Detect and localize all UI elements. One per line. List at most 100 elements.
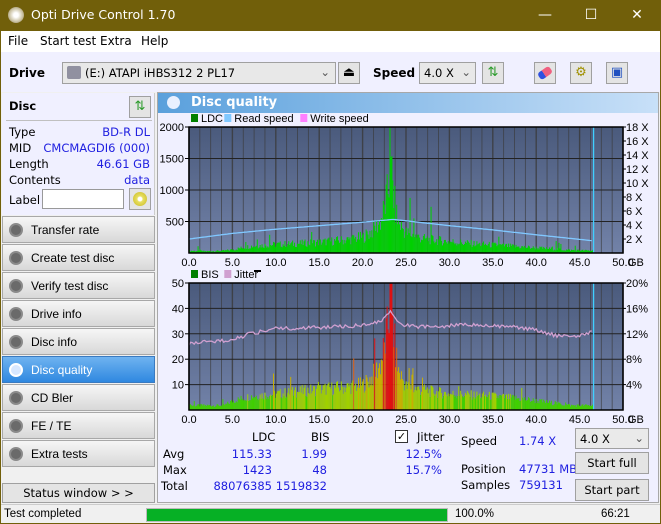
bis-bar: [379, 363, 381, 410]
bis-bar: [538, 403, 540, 410]
bis-bar: [314, 386, 316, 410]
test-speed-select[interactable]: 4.0 X ⌄: [575, 428, 649, 449]
ldc-bar: [398, 219, 400, 253]
bis-bar: [276, 391, 278, 410]
bis-bar: [323, 385, 325, 410]
bis-bar: [390, 283, 392, 410]
ldc-bar: [294, 246, 296, 253]
ldc-bar: [311, 231, 313, 253]
ldc-bar: [261, 244, 263, 253]
bis-bar: [411, 374, 413, 410]
bis-bar: [242, 400, 244, 410]
jitter-checkbox[interactable]: ✓: [395, 430, 408, 443]
bis-bar: [216, 403, 218, 410]
ldc-bar: [485, 245, 487, 253]
bis-bar: [229, 403, 231, 410]
progress-bar: [146, 508, 448, 522]
ldc-bar: [422, 235, 424, 253]
ldc-bar: [449, 241, 451, 253]
bis-bar: [475, 397, 477, 410]
bis-bar: [405, 381, 407, 410]
bis-bar: [576, 404, 578, 410]
ldc-bar: [318, 239, 320, 253]
ldc-bar: [495, 243, 497, 253]
ldc-bar: [501, 244, 503, 253]
ldc-bar: [431, 234, 433, 253]
legend-swatch: [224, 114, 232, 122]
bis-bar: [421, 391, 423, 410]
bis-bar: [555, 402, 557, 410]
bis-bar: [557, 401, 559, 410]
ldc-bar: [452, 239, 454, 253]
ldc-bar: [343, 239, 345, 253]
ldc-bar: [372, 237, 374, 253]
bis-bar: [435, 394, 437, 410]
legend-label: BIS: [201, 269, 219, 281]
bis-bar: [526, 400, 528, 410]
bis-bar: [544, 401, 546, 410]
ldc-bar: [502, 243, 504, 253]
y-tick-label: 2000: [160, 122, 184, 134]
bis-bar: [209, 404, 211, 410]
bis-bar: [535, 398, 537, 410]
bis-bar: [346, 383, 348, 410]
x-tick-label: 0.0: [181, 414, 196, 426]
bis-bar: [353, 358, 355, 410]
bis-bar: [203, 404, 205, 410]
ldc-bar: [358, 239, 360, 253]
bis-bar: [548, 402, 550, 410]
bis-bar: [311, 393, 313, 410]
bis-bar: [409, 384, 411, 410]
start-part-button[interactable]: Start part: [575, 479, 649, 501]
ldc-bar: [375, 231, 377, 253]
y2-tick-label: 12%: [626, 329, 648, 341]
legend-marker: [254, 270, 261, 272]
ldc-bar: [459, 243, 461, 253]
ldc-bar: [359, 231, 361, 253]
bis-bar: [363, 392, 365, 410]
ldc-bar: [268, 247, 270, 253]
y-tick-label: 500: [166, 217, 184, 229]
bis-bar: [486, 397, 488, 410]
bis-bar: [307, 387, 309, 410]
bis-bar: [237, 397, 239, 410]
start-full-button[interactable]: Start full: [575, 452, 649, 474]
ldc-bar: [383, 204, 385, 253]
ldc-bar: [252, 246, 254, 253]
bis-bar: [483, 391, 485, 410]
bis-bar: [407, 382, 409, 410]
ldc-bar: [414, 237, 416, 253]
bis-bar: [249, 400, 251, 410]
ldc-bar: [291, 242, 293, 253]
bis-bar: [336, 381, 338, 410]
test-speed-value: 4.0 X: [580, 432, 610, 446]
bis-bar: [261, 393, 263, 410]
ldc-bar: [443, 239, 445, 253]
bis-bar: [447, 393, 449, 410]
ldc-bar: [378, 224, 380, 253]
ldc-bar: [494, 242, 496, 253]
y2-tick-label: 4%: [626, 380, 642, 392]
bis-bar: [358, 387, 360, 410]
y2-tick-label: 10 X: [626, 178, 649, 190]
ldc-bar: [396, 204, 398, 253]
bis-bar: [189, 404, 191, 410]
bis-bar: [231, 402, 233, 410]
bis-bar: [338, 391, 340, 410]
ldc-bar: [404, 231, 406, 253]
ldc-bar: [275, 244, 277, 253]
bis-bar: [357, 387, 359, 410]
ldc-bar: [420, 242, 422, 253]
bis-bar: [256, 398, 258, 410]
bis-bar: [393, 347, 395, 410]
bis-bar: [505, 395, 507, 410]
bis-bar: [472, 397, 474, 410]
bis-bar: [325, 394, 327, 410]
ldc-bar: [272, 245, 274, 253]
x-axis-unit: GB: [628, 414, 644, 426]
ldc-bar: [320, 244, 322, 253]
bis-bar: [217, 404, 219, 410]
bis-bar: [518, 398, 520, 410]
bis-bar: [482, 393, 484, 410]
bis-bar: [303, 387, 305, 410]
